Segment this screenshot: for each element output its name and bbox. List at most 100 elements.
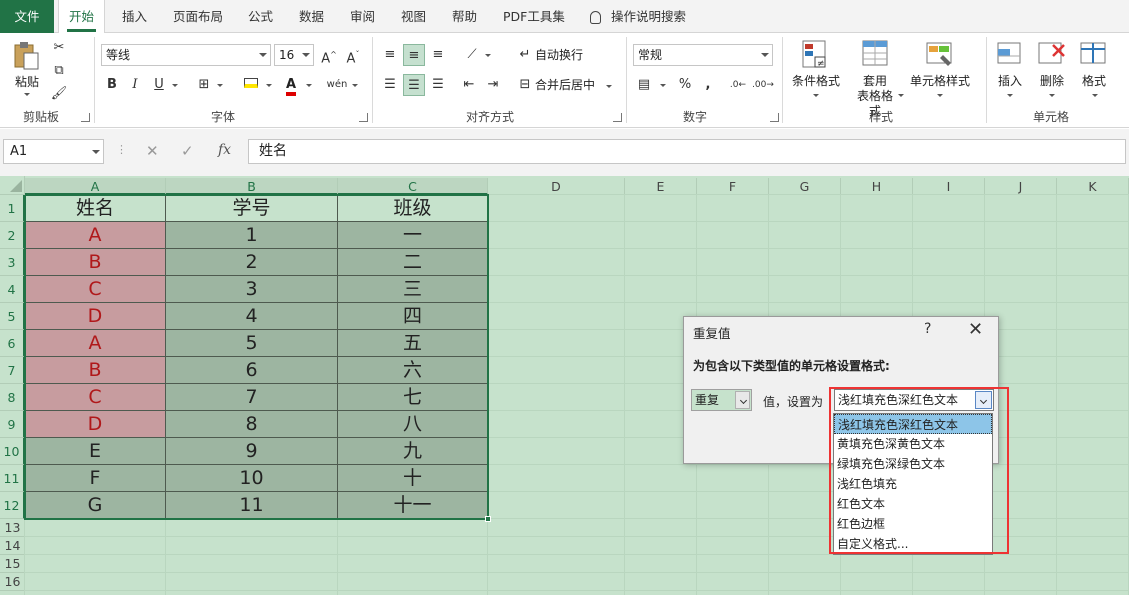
data-cell[interactable]: 一 [338, 222, 488, 249]
column-header-h[interactable]: H [841, 178, 913, 195]
tab-view[interactable]: 视图 [399, 0, 428, 33]
data-cell[interactable]: 三 [338, 276, 488, 303]
align-bottom-icon[interactable]: ≡ [427, 44, 449, 66]
data-cell[interactable]: 8 [166, 411, 338, 438]
column-header-c[interactable]: C [338, 178, 488, 195]
insert-cells-icon[interactable] [996, 39, 1024, 71]
increase-font-icon[interactable]: A^ [318, 44, 340, 66]
column-header-d[interactable]: D [488, 178, 625, 195]
data-cell[interactable]: 十 [338, 465, 488, 492]
tab-page-layout[interactable]: 页面布局 [171, 0, 225, 33]
data-cell[interactable]: A [25, 222, 166, 249]
decrease-decimal-icon[interactable]: .00→ [752, 74, 774, 96]
increase-decimal-icon[interactable]: .0← [727, 74, 749, 96]
data-cell[interactable]: 7 [166, 384, 338, 411]
fill-handle[interactable] [485, 516, 491, 522]
chevron-down-icon[interactable] [735, 391, 750, 409]
delete-cells-button[interactable]: 删除 [1034, 74, 1070, 89]
data-cell[interactable]: B [25, 249, 166, 276]
borders-dropdown-icon[interactable] [217, 84, 223, 87]
data-cell[interactable]: 七 [338, 384, 488, 411]
underline-button[interactable]: U [148, 74, 170, 96]
column-header-j[interactable]: J [985, 178, 1057, 195]
row-header-12[interactable]: 12 [0, 492, 25, 519]
data-cell[interactable]: 10 [166, 465, 338, 492]
data-cell[interactable]: 九 [338, 438, 488, 465]
column-header-e[interactable]: E [625, 178, 697, 195]
merge-center-button[interactable]: 合并后居中 [535, 78, 595, 93]
data-cell[interactable]: 六 [338, 357, 488, 384]
data-cell[interactable]: G [25, 492, 166, 519]
help-icon[interactable]: ? [924, 321, 931, 337]
align-top-icon[interactable]: ≡ [379, 44, 401, 66]
tab-formulas[interactable]: 公式 [246, 0, 275, 33]
row-header-8[interactable]: 8 [0, 384, 25, 411]
data-cell[interactable]: 八 [338, 411, 488, 438]
select-all-corner[interactable] [0, 176, 25, 195]
comma-button[interactable]: , [697, 74, 719, 96]
confirm-entry-icon[interactable]: ✓ [181, 142, 194, 160]
header-cell[interactable]: 学号 [166, 195, 338, 222]
tell-me-search[interactable]: 操作说明搜索 [588, 0, 688, 33]
data-cell[interactable]: 6 [166, 357, 338, 384]
format-painter-icon[interactable]: 🖌 [48, 83, 70, 105]
phonetic-dropdown-icon[interactable] [352, 84, 358, 87]
data-cell[interactable]: D [25, 411, 166, 438]
orientation-icon[interactable]: ⟋ [461, 44, 483, 66]
data-cell[interactable]: 二 [338, 249, 488, 276]
column-header-g[interactable]: G [769, 178, 841, 195]
formula-input[interactable]: 姓名 [248, 139, 1126, 164]
font-color-dropdown-icon[interactable] [306, 84, 312, 87]
data-cell[interactable]: 五 [338, 330, 488, 357]
data-cell[interactable]: E [25, 438, 166, 465]
delete-dropdown-icon[interactable] [1049, 94, 1055, 97]
row-header-2[interactable]: 2 [0, 222, 25, 249]
conditional-formatting-button[interactable]: 条件格式 [789, 74, 843, 89]
name-box[interactable]: A1 [3, 139, 104, 164]
font-color-icon[interactable]: A [280, 74, 302, 96]
phonetic-icon[interactable]: wén [326, 74, 348, 96]
conditional-formatting-icon[interactable]: ≠ [801, 39, 831, 71]
header-cell[interactable]: 姓名 [25, 195, 166, 222]
row-header-6[interactable]: 6 [0, 330, 25, 357]
accounting-icon[interactable]: ▤ [633, 74, 655, 96]
increase-indent-icon[interactable]: ⇥ [482, 74, 504, 96]
number-format-select[interactable]: 常规 [633, 44, 773, 66]
data-cell[interactable]: 十一 [338, 492, 488, 519]
percent-button[interactable]: % [674, 74, 696, 96]
align-center-icon[interactable]: ☰ [403, 74, 425, 96]
merge-dropdown-icon[interactable] [606, 85, 612, 88]
row-header-4[interactable]: 4 [0, 276, 25, 303]
row-header-11[interactable]: 11 [0, 465, 25, 492]
italic-button[interactable]: I [124, 74, 146, 96]
conditional-formatting-dropdown-icon[interactable] [813, 94, 819, 97]
format-as-table-icon[interactable] [861, 39, 891, 71]
underline-dropdown-icon[interactable] [172, 84, 178, 87]
duplicate-type-select[interactable]: 重复 [691, 389, 752, 411]
row-header-13[interactable]: 13 [0, 519, 25, 537]
data-cell[interactable]: B [25, 357, 166, 384]
align-left-icon[interactable]: ☰ [379, 74, 401, 96]
row-header-3[interactable]: 3 [0, 249, 25, 276]
cut-icon[interactable]: ✂ [48, 37, 70, 59]
column-header-i[interactable]: I [913, 178, 985, 195]
insert-dropdown-icon[interactable] [1007, 94, 1013, 97]
format-as-table-dropdown-icon[interactable] [898, 94, 904, 97]
column-header-k[interactable]: K [1057, 178, 1129, 195]
data-cell[interactable]: A [25, 330, 166, 357]
data-cell[interactable]: C [25, 276, 166, 303]
header-cell[interactable]: 班级 [338, 195, 488, 222]
copy-icon[interactable]: ⧉ [48, 60, 70, 82]
tab-data[interactable]: 数据 [297, 0, 326, 33]
decrease-indent-icon[interactable]: ⇤ [458, 74, 480, 96]
row-header-10[interactable]: 10 [0, 438, 25, 465]
data-cell[interactable]: 四 [338, 303, 488, 330]
more-options-icon[interactable]: ⋮ [116, 143, 127, 156]
paste-dropdown-icon[interactable] [24, 93, 30, 96]
cell-styles-button[interactable]: 单元格样式 [908, 74, 972, 89]
paste-icon[interactable] [12, 41, 40, 71]
row-header-5[interactable]: 5 [0, 303, 25, 330]
bold-button[interactable]: B [101, 74, 123, 96]
tab-review[interactable]: 审阅 [348, 0, 377, 33]
row-header-16[interactable]: 16 [0, 573, 25, 591]
